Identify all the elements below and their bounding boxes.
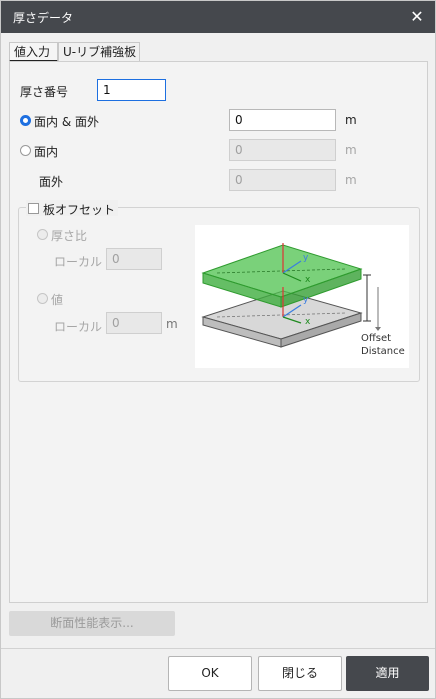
in-plane-radio[interactable] bbox=[20, 145, 31, 156]
offset-value-label: 値 bbox=[51, 293, 64, 307]
value-local-input[interactable]: 0 bbox=[106, 312, 162, 334]
section-properties-button[interactable]: 断面性能表示... bbox=[9, 611, 175, 636]
unit-label: m bbox=[345, 173, 357, 187]
plate-offset-checkbox[interactable] bbox=[28, 203, 39, 214]
offset-text: Offset bbox=[361, 333, 392, 344]
thickness-no-label: 厚さ番号 bbox=[20, 85, 69, 99]
offset-illustration: y x y x Offset Distance bbox=[195, 225, 409, 368]
tab-u-rib[interactable]: U-リブ補強板 bbox=[58, 42, 140, 62]
thickness-ratio-radio[interactable] bbox=[37, 229, 48, 240]
plate-offset-label: 板オフセット bbox=[43, 203, 116, 217]
ok-button[interactable]: OK bbox=[168, 656, 252, 691]
in-out-plane-radio[interactable] bbox=[20, 115, 31, 126]
apply-button[interactable]: 適用 bbox=[346, 656, 429, 691]
in-out-plane-label: 面内 & 面外 bbox=[34, 115, 99, 129]
unit-label: m bbox=[166, 317, 178, 331]
title-bar: 厚さデータ ✕ bbox=[1, 1, 435, 33]
thickness-no-input[interactable]: 1 bbox=[97, 79, 166, 101]
thickness-dialog: 厚さデータ ✕ 値入力 U-リブ補強板 厚さ番号 1 面内 & 面外 0 m 面… bbox=[0, 0, 436, 699]
ratio-local-input[interactable]: 0 bbox=[106, 248, 162, 270]
out-plane-label: 面外 bbox=[39, 175, 64, 189]
in-out-plane-input[interactable]: 0 bbox=[229, 109, 336, 131]
value-local-label: ローカル bbox=[54, 320, 103, 334]
y-axis-label: y bbox=[303, 295, 309, 305]
unit-label: m bbox=[345, 113, 357, 127]
y-axis-label: y bbox=[303, 253, 309, 263]
tab-value-input[interactable]: 値入力 bbox=[9, 42, 58, 62]
close-button[interactable]: 閉じる bbox=[258, 656, 342, 691]
unit-label: m bbox=[345, 143, 357, 157]
footer-separator bbox=[1, 648, 435, 649]
x-axis-label: x bbox=[305, 275, 311, 285]
offset-value-radio[interactable] bbox=[37, 293, 48, 304]
ratio-local-label: ローカル bbox=[54, 255, 103, 269]
distance-text: Distance bbox=[361, 346, 405, 357]
x-axis-label: x bbox=[305, 317, 311, 327]
in-plane-input[interactable]: 0 bbox=[229, 139, 336, 161]
thickness-ratio-label: 厚さ比 bbox=[51, 229, 88, 243]
dialog-title: 厚さデータ bbox=[13, 11, 74, 25]
in-plane-label: 面内 bbox=[34, 145, 59, 159]
out-plane-input[interactable]: 0 bbox=[229, 169, 336, 191]
close-icon[interactable]: ✕ bbox=[405, 5, 429, 29]
